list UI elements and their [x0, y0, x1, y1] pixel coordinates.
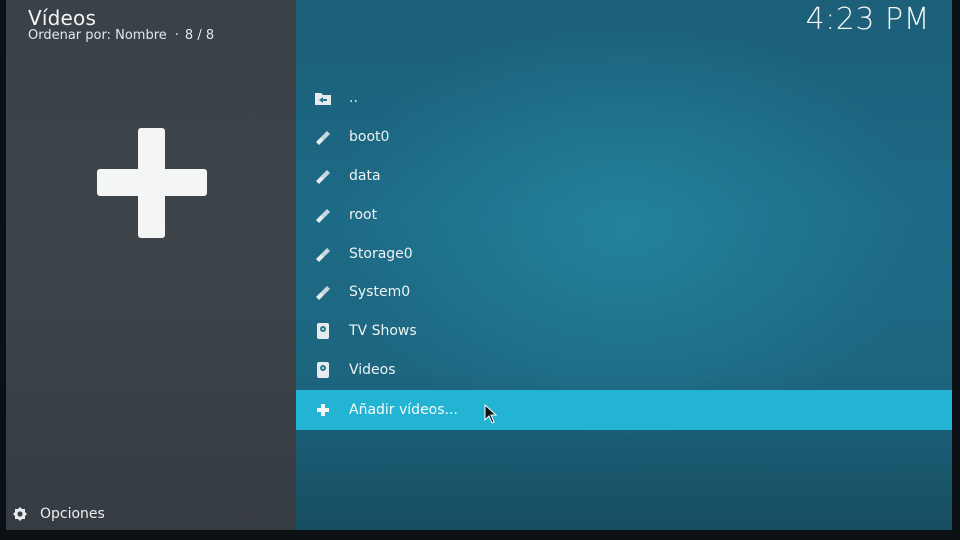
list-item-system0[interactable]: System0	[296, 273, 952, 312]
list-item-tv-shows[interactable]: TV Shows	[296, 312, 952, 351]
list-item-parent[interactable]: ..	[296, 79, 952, 118]
usb-icon	[316, 169, 330, 184]
clock: 4:23 PM	[805, 2, 930, 37]
hard-drive-icon	[317, 361, 329, 378]
usb-icon	[316, 208, 330, 223]
list-item-label: root	[349, 206, 378, 223]
left-panel: Vídeos Ordenar por: Nombre · 8 / 8 Opcione…	[6, 0, 296, 530]
list-item-label: Storage0	[349, 245, 413, 262]
mouse-pointer-icon	[484, 404, 498, 425]
item-count: 8 / 8	[184, 28, 215, 43]
list-item-add-videos[interactable]: Añadir vídeos...	[296, 390, 952, 431]
separator-dot: ·	[174, 28, 179, 43]
usb-icon	[316, 286, 330, 301]
list-item-label: TV Shows	[349, 323, 417, 340]
list-item-label: data	[349, 167, 381, 184]
options-button[interactable]: Opciones	[12, 506, 105, 522]
folder-back-icon	[315, 93, 331, 106]
list-item-root[interactable]: root	[296, 195, 952, 234]
sort-info: Ordenar por: Nombre · 8 / 8	[28, 28, 214, 43]
options-gear-icon	[13, 507, 27, 521]
tv-bezel-right	[952, 0, 960, 540]
list-item-storage0[interactable]: Storage0	[296, 234, 952, 273]
list-item-label: Videos	[349, 361, 396, 378]
tv-bezel-left	[0, 0, 6, 540]
list-item-label: Añadir vídeos...	[349, 402, 458, 419]
list-item-videos[interactable]: Videos	[296, 351, 952, 390]
usb-icon	[316, 131, 330, 146]
list-item-data[interactable]: data	[296, 157, 952, 196]
options-label: Opciones	[40, 506, 105, 522]
list-item-label: System0	[349, 284, 411, 301]
add-source-plus-icon	[97, 128, 207, 238]
plus-icon	[317, 404, 329, 417]
list-item-label: boot0	[349, 129, 390, 146]
list-item-boot0[interactable]: boot0	[296, 118, 952, 157]
kodi-screen: Vídeos Ordenar por: Nombre · 8 / 8 Opcione…	[6, 0, 952, 530]
sort-label[interactable]: Ordenar por: Nombre	[28, 28, 167, 43]
file-list: .. boot0 data root Storage0 System0 TV S…	[296, 79, 952, 431]
hard-drive-icon	[317, 323, 329, 340]
list-item-label: ..	[349, 90, 358, 107]
page-title: Vídeos	[28, 6, 97, 30]
tv-bezel-bottom	[0, 530, 960, 540]
usb-icon	[316, 247, 330, 262]
